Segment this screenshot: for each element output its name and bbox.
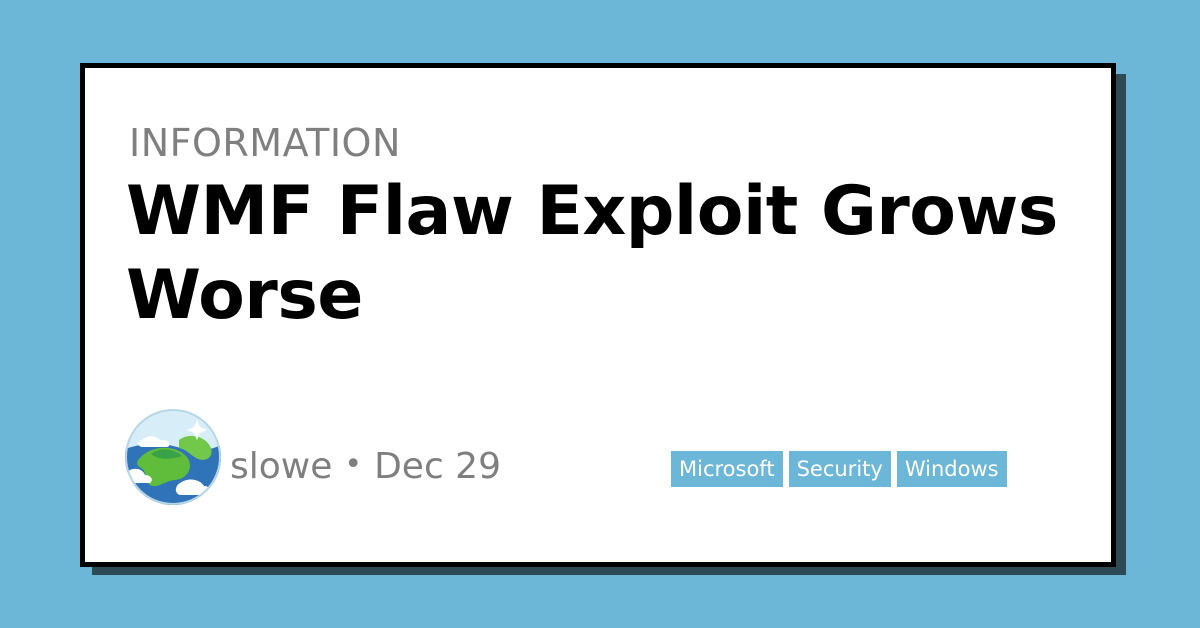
post-title[interactable]: WMF Flaw Exploit Grows Worse <box>126 170 1066 338</box>
post-date: Dec 29 <box>374 446 501 487</box>
post-meta: slowe • Dec 29 <box>230 449 501 485</box>
tag-windows[interactable]: Windows <box>896 451 1007 487</box>
category-label: INFORMATION <box>129 121 401 165</box>
post-card[interactable]: INFORMATION WMF Flaw Exploit Grows Worse… <box>80 63 1116 567</box>
author-name[interactable]: slowe <box>230 446 332 487</box>
tag-microsoft[interactable]: Microsoft <box>671 451 783 487</box>
earth-globe-icon <box>125 409 221 505</box>
author-avatar[interactable] <box>125 409 221 505</box>
tag-security[interactable]: Security <box>788 451 891 487</box>
meta-separator: • <box>344 447 363 482</box>
tag-list: Microsoft Security Windows <box>671 451 1007 487</box>
